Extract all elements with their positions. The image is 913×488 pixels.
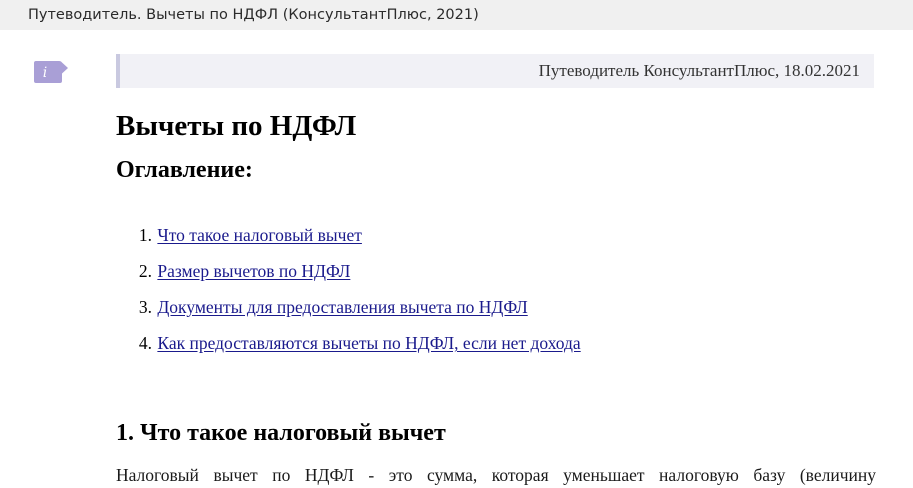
- toc-item: 4. Как предоставляются вычеты по НДФЛ, е…: [116, 330, 581, 366]
- toc-link-deduction-amounts[interactable]: Размер вычетов по НДФЛ: [157, 261, 350, 281]
- toc-number: 2.: [138, 261, 152, 281]
- info-icon[interactable]: i: [34, 61, 68, 83]
- section-1-paragraph: Налоговый вычет по НДФЛ - это сумма, кот…: [116, 465, 876, 485]
- source-note: Путеводитель КонсультантПлюс, 18.02.2021: [538, 61, 860, 80]
- info-badge-shape: i: [34, 61, 68, 83]
- source-note-bar: Путеводитель КонсультантПлюс, 18.02.2021: [116, 54, 874, 88]
- toc-item: 1. Что такое налоговый вычет: [116, 222, 581, 258]
- toc-link-documents[interactable]: Документы для предоставления вычета по Н…: [157, 297, 527, 317]
- table-of-contents: 1. Что такое налоговый вычет 2. Размер в…: [116, 222, 581, 366]
- document-title: Вычеты по НДФЛ: [116, 110, 357, 142]
- toc-item: 2. Размер вычетов по НДФЛ: [116, 258, 581, 294]
- window-title-bar: Путеводитель. Вычеты по НДФЛ (Консультан…: [0, 0, 913, 30]
- info-glyph: i: [43, 65, 47, 81]
- toc-link-no-income[interactable]: Как предоставляются вычеты по НДФЛ, если…: [157, 333, 580, 353]
- toc-link-what-is-deduction[interactable]: Что такое налоговый вычет: [157, 225, 362, 245]
- toc-item: 3. Документы для предоставления вычета п…: [116, 294, 581, 330]
- toc-heading: Оглавление:: [116, 157, 253, 183]
- window-title: Путеводитель. Вычеты по НДФЛ (Консультан…: [28, 7, 479, 23]
- toc-number: 4.: [138, 333, 152, 353]
- toc-number: 1.: [138, 225, 152, 245]
- section-1-heading: 1. Что такое налоговый вычет: [116, 420, 446, 446]
- toc-number: 3.: [138, 297, 152, 317]
